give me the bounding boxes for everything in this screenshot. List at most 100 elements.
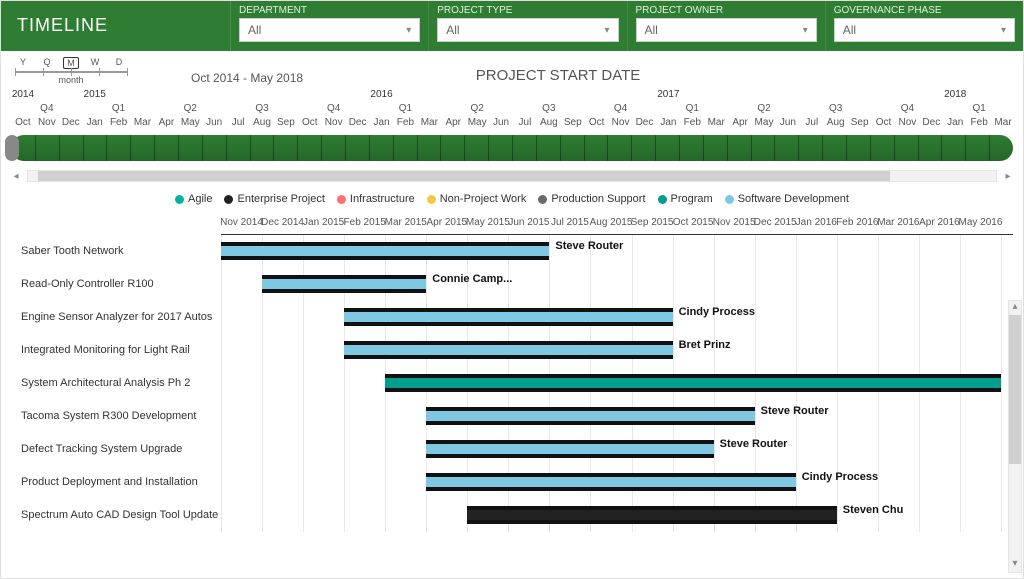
gantt-month-label: Aug 2015 <box>590 217 633 228</box>
year-label: 2017 <box>657 89 679 100</box>
quarter-label: Q3 <box>829 103 842 114</box>
gantt-month-label: Nov 2015 <box>713 217 756 228</box>
legend-item[interactable]: Software Development <box>725 193 849 205</box>
gantt-bar[interactable]: Steve Router <box>426 440 713 458</box>
month-label: Apr <box>445 117 461 128</box>
zoom-row: YQMWD month Oct 2014 - May 2018 PROJECT … <box>1 51 1023 85</box>
gantt-bar[interactable] <box>385 374 1001 392</box>
scroll-up-icon[interactable]: ▴ <box>1009 301 1021 315</box>
filter-label: GOVERNANCE PHASE <box>834 5 1015 16</box>
month-label: Aug <box>253 117 271 128</box>
zoom-level-q[interactable]: Q <box>39 57 55 69</box>
gantt-row <box>221 367 1013 400</box>
gantt-bar[interactable]: Cindy Process <box>344 308 672 326</box>
gantt-month-label: May 2016 <box>959 217 1003 228</box>
month-label: Sep <box>564 117 582 128</box>
month-label: Jul <box>805 117 818 128</box>
owner-label: Cindy Process <box>802 471 878 483</box>
quarter-label: Q3 <box>542 103 555 114</box>
task-label: Saber Tooth Network <box>21 235 221 268</box>
gantt-chart: Saber Tooth NetworkRead-Only Controller … <box>1 213 1023 532</box>
legend-swatch <box>427 195 436 204</box>
gantt-row: Cindy Process <box>221 301 1013 334</box>
chevron-down-icon: ▾ <box>803 25 808 36</box>
month-label: Aug <box>827 117 845 128</box>
legend-item[interactable]: Non-Project Work <box>427 193 527 205</box>
task-label: Integrated Monitoring for Light Rail <box>21 334 221 367</box>
filter-governance-phase-select[interactable]: All ▾ <box>834 18 1015 42</box>
gantt-bar[interactable]: Steve Router <box>426 407 754 425</box>
gantt-month-label: Jan 2016 <box>796 217 837 228</box>
horizontal-scrollbar[interactable]: ◂ ▸ <box>1 167 1023 185</box>
gantt-row: Steve Router <box>221 433 1013 466</box>
filter-value: All <box>843 23 856 37</box>
gantt-row: Steve Router <box>221 400 1013 433</box>
gantt-month-label: Nov 2014 <box>220 217 263 228</box>
legend-label: Infrastructure <box>350 193 415 205</box>
month-label: Dec <box>922 117 940 128</box>
task-label: Tacoma System R300 Development <box>21 400 221 433</box>
legend-item[interactable]: Infrastructure <box>337 193 415 205</box>
owner-label: Steve Router <box>720 438 788 450</box>
gantt-month-label: Dec 2015 <box>754 217 797 228</box>
gantt-row: Steve Router <box>221 235 1013 268</box>
gantt-bar[interactable]: Steve Router <box>221 242 549 260</box>
zoom-level-y[interactable]: Y <box>15 57 31 69</box>
legend-item[interactable]: Production Support <box>538 193 645 205</box>
month-label: Sep <box>851 117 869 128</box>
zoom-level-d[interactable]: D <box>111 57 127 69</box>
gantt-month-label: Mar 2016 <box>877 217 919 228</box>
legend-item[interactable]: Enterprise Project <box>224 193 324 205</box>
month-label: Apr <box>159 117 175 128</box>
header-bar: TIMELINE DEPARTMENT All ▾ PROJECT TYPE A… <box>1 1 1023 51</box>
zoom-label: month <box>11 75 131 85</box>
task-label: Read-Only Controller R100 <box>21 268 221 301</box>
timeline-band[interactable] <box>11 135 1013 161</box>
gantt-bar[interactable]: Connie Camp... <box>262 275 426 293</box>
month-label: Oct <box>15 117 31 128</box>
legend-item[interactable]: Program <box>658 193 713 205</box>
gantt-row: Cindy Process <box>221 466 1013 499</box>
filter-department-select[interactable]: All ▾ <box>239 18 420 42</box>
month-label: Dec <box>636 117 654 128</box>
legend-item[interactable]: Agile <box>175 193 212 205</box>
month-label: May <box>468 117 487 128</box>
filter-project-owner-select[interactable]: All ▾ <box>636 18 817 42</box>
quarter-label: Q2 <box>757 103 770 114</box>
gantt-bar[interactable]: Bret Prinz <box>344 341 672 359</box>
scroll-down-icon[interactable]: ▾ <box>1009 558 1021 572</box>
month-label: Aug <box>540 117 558 128</box>
filter-value: All <box>248 23 261 37</box>
legend-label: Agile <box>188 193 212 205</box>
month-label: Dec <box>62 117 80 128</box>
timeline-start-handle[interactable] <box>5 135 19 161</box>
filter-governance-phase: GOVERNANCE PHASE All ▾ <box>826 1 1023 51</box>
month-label: Mar <box>421 117 438 128</box>
date-range-text: Oct 2014 - May 2018 <box>191 71 303 85</box>
month-label: Jul <box>232 117 245 128</box>
legend-label: Software Development <box>738 193 849 205</box>
month-label: Mar <box>134 117 151 128</box>
month-label: Apr <box>732 117 748 128</box>
zoom-control[interactable]: YQMWD month <box>11 57 131 85</box>
quarter-label: Q1 <box>112 103 125 114</box>
legend-swatch <box>538 195 547 204</box>
filter-project-type-select[interactable]: All ▾ <box>437 18 618 42</box>
zoom-level-w[interactable]: W <box>87 57 103 69</box>
vertical-scrollbar[interactable]: ▴ ▾ <box>1008 300 1022 573</box>
month-label: Oct <box>302 117 318 128</box>
scroll-left-icon[interactable]: ◂ <box>9 171 23 182</box>
quarter-label: Q1 <box>972 103 985 114</box>
gantt-row: Connie Camp... <box>221 268 1013 301</box>
gantt-bar[interactable]: Cindy Process <box>426 473 795 491</box>
gantt-month-label: Jul 2015 <box>551 217 589 228</box>
gantt-row: Steven Chu <box>221 499 1013 532</box>
filter-label: PROJECT OWNER <box>636 5 817 16</box>
month-label: Jan <box>947 117 963 128</box>
gantt-bar[interactable]: Steven Chu <box>467 506 836 524</box>
gantt-month-label: May 2015 <box>466 217 510 228</box>
filter-label: PROJECT TYPE <box>437 5 618 16</box>
scroll-right-icon[interactable]: ▸ <box>1001 171 1015 182</box>
gantt-month-label: Sep 2015 <box>631 217 674 228</box>
owner-label: Steve Router <box>761 405 829 417</box>
